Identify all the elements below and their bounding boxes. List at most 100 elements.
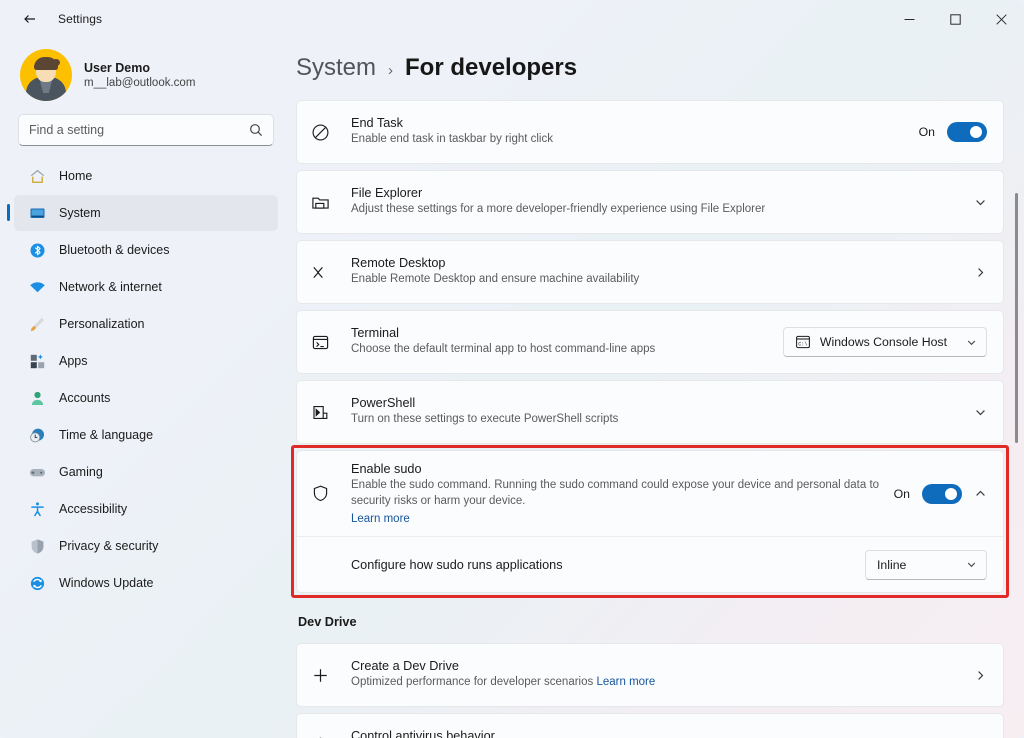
chevron-down-icon[interactable] bbox=[974, 406, 987, 419]
apps-grid-icon bbox=[28, 352, 46, 370]
plus-icon bbox=[311, 666, 341, 685]
sudo-mode-dropdown[interactable]: Inline bbox=[865, 549, 987, 580]
avatar bbox=[20, 49, 72, 101]
sidebar-label: Apps bbox=[59, 354, 88, 368]
card-title: Enable sudo bbox=[351, 462, 422, 476]
card-description: Enable the sudo command. Running the sud… bbox=[351, 479, 880, 507]
sidebar-label: Privacy & security bbox=[59, 539, 159, 553]
window-controls bbox=[886, 0, 1024, 38]
sidebar-label: Gaming bbox=[59, 465, 103, 479]
vertical-scrollbar[interactable] bbox=[1015, 193, 1018, 443]
powershell-icon bbox=[311, 403, 341, 422]
sidebar-label: Home bbox=[59, 169, 93, 183]
back-button[interactable] bbox=[12, 4, 48, 34]
dropdown-value: Windows Console Host bbox=[819, 335, 947, 349]
chevron-down-icon bbox=[966, 337, 977, 348]
update-icon bbox=[28, 574, 46, 592]
gamepad-icon bbox=[28, 463, 46, 481]
setting-card-control-antivirus[interactable]: Control antivirus behavior Control Micro… bbox=[296, 713, 1004, 738]
sidebar-label: Accounts bbox=[59, 391, 111, 405]
card-title: PowerShell bbox=[351, 396, 416, 411]
enable-sudo-toggle[interactable] bbox=[922, 483, 962, 504]
sidebar-item-privacy-security[interactable]: Privacy & security bbox=[14, 528, 278, 564]
remote-desktop-icon bbox=[311, 263, 341, 282]
terminal-app-dropdown[interactable]: C:\ Windows Console Host bbox=[782, 327, 987, 357]
person-icon bbox=[28, 389, 46, 407]
chevron-down-icon[interactable] bbox=[974, 196, 987, 209]
search-icon bbox=[249, 123, 263, 137]
search-input[interactable] bbox=[29, 123, 249, 137]
circle-slash-icon bbox=[311, 123, 341, 142]
learn-more-link[interactable]: Learn more bbox=[351, 513, 880, 525]
setting-card-create-dev-drive[interactable]: Create a Dev Drive Optimized performance… bbox=[296, 643, 1004, 708]
sidebar-item-personalization[interactable]: Personalization bbox=[14, 306, 278, 342]
title-bar: Settings bbox=[0, 0, 1024, 38]
minimize-button[interactable] bbox=[886, 0, 932, 38]
wifi-icon bbox=[28, 278, 46, 296]
card-title: End Task bbox=[351, 116, 403, 131]
main-pane: System › For developers End Task Enable … bbox=[288, 38, 1024, 738]
search-box[interactable] bbox=[18, 114, 274, 146]
sidebar-label: Accessibility bbox=[59, 502, 128, 516]
shield-outline-icon bbox=[311, 484, 341, 503]
sidebar-item-apps[interactable]: Apps bbox=[14, 343, 278, 379]
setting-card-file-explorer[interactable]: File Explorer Adjust these settings for … bbox=[296, 170, 1004, 234]
sidebar-label: Bluetooth & devices bbox=[59, 243, 170, 257]
chevron-right-icon[interactable] bbox=[974, 669, 987, 682]
setting-card-powershell[interactable]: PowerShell Turn on these settings to exe… bbox=[296, 380, 1004, 444]
breadcrumb-parent[interactable]: System bbox=[296, 54, 376, 82]
settings-window: Settings User Demo m__lab@outlook.com Fi… bbox=[0, 0, 1024, 738]
sidebar: User Demo m__lab@outlook.com Find a sett… bbox=[0, 38, 288, 738]
monitor-icon bbox=[28, 204, 46, 222]
close-button[interactable] bbox=[978, 0, 1024, 38]
toggle-state-label: On bbox=[893, 486, 910, 501]
sidebar-item-system[interactable]: System bbox=[7, 195, 278, 231]
svg-text:C:\: C:\ bbox=[798, 341, 807, 347]
breadcrumb: System › For developers bbox=[296, 38, 1004, 100]
chevron-right-icon[interactable] bbox=[974, 266, 987, 279]
card-description: Choose the default terminal app to host … bbox=[351, 343, 656, 356]
sidebar-item-windows-update[interactable]: Windows Update bbox=[14, 565, 278, 601]
end-task-toggle[interactable] bbox=[947, 122, 987, 142]
sidebar-item-gaming[interactable]: Gaming bbox=[14, 454, 278, 490]
sidebar-item-time-language[interactable]: Time & language bbox=[14, 417, 278, 453]
paintbrush-icon bbox=[28, 315, 46, 333]
sidebar-item-accessibility[interactable]: Accessibility bbox=[14, 491, 278, 527]
clock-globe-icon bbox=[28, 426, 46, 444]
sudo-mode-label: Configure how sudo runs applications bbox=[351, 557, 563, 572]
settings-list: End Task Enable end task in taskbar by r… bbox=[296, 100, 1004, 738]
breadcrumb-separator: › bbox=[388, 62, 394, 79]
setting-card-remote-desktop[interactable]: Remote Desktop Enable Remote Desktop and… bbox=[296, 240, 1004, 304]
sidebar-label: Network & internet bbox=[59, 280, 162, 294]
chevron-up-icon[interactable] bbox=[974, 487, 987, 500]
sidebar-label: Personalization bbox=[59, 317, 145, 331]
dropdown-value: Inline bbox=[877, 557, 907, 572]
card-description: Turn on these settings to execute PowerS… bbox=[351, 413, 619, 426]
learn-more-link[interactable]: Learn more bbox=[596, 676, 655, 688]
sidebar-label: Time & language bbox=[59, 428, 154, 442]
sidebar-item-accounts[interactable]: Accounts bbox=[14, 380, 278, 416]
enable-sudo-header[interactable]: Enable sudo Enable the sudo command. Run… bbox=[297, 451, 1003, 536]
card-title: Terminal bbox=[351, 326, 399, 341]
sidebar-item-home[interactable]: Home bbox=[14, 158, 278, 194]
maximize-button[interactable] bbox=[932, 0, 978, 38]
content-area: User Demo m__lab@outlook.com Find a sett… bbox=[0, 38, 1024, 738]
account-email: m__lab@outlook.com bbox=[84, 77, 196, 89]
app-title: Settings bbox=[58, 12, 103, 26]
setting-card-end-task[interactable]: End Task Enable end task in taskbar by r… bbox=[296, 100, 1004, 164]
description-text: Optimized performance for developer scen… bbox=[351, 676, 594, 689]
sidebar-item-bluetooth-devices[interactable]: Bluetooth & devices bbox=[14, 232, 278, 268]
toggle-state-label: On bbox=[918, 125, 935, 139]
setting-card-terminal[interactable]: Terminal Choose the default terminal app… bbox=[296, 310, 1004, 374]
sidebar-item-network-internet[interactable]: Network & internet bbox=[14, 269, 278, 305]
console-icon: C:\ bbox=[795, 334, 811, 350]
chevron-down-icon bbox=[966, 559, 977, 570]
page-title: For developers bbox=[405, 54, 578, 81]
section-title-dev-drive: Dev Drive bbox=[298, 615, 357, 630]
account-card[interactable]: User Demo m__lab@outlook.com bbox=[14, 38, 278, 108]
bluetooth-icon bbox=[28, 241, 46, 259]
card-title: Create a Dev Drive bbox=[351, 659, 459, 674]
accessibility-icon bbox=[28, 500, 46, 518]
sidebar-nav: Home System Bluetooth & devices Network … bbox=[7, 158, 278, 601]
card-title: File Explorer bbox=[351, 186, 423, 201]
